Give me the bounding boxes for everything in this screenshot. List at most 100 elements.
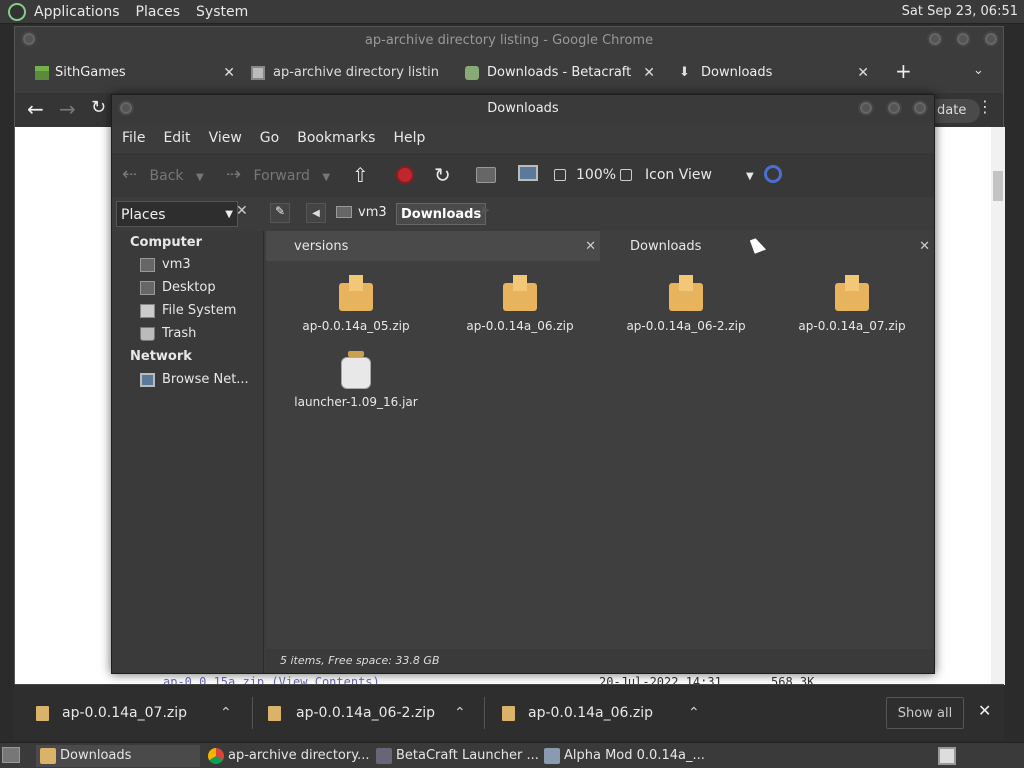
workspace-switcher-icon[interactable] xyxy=(938,747,956,765)
minimize-icon[interactable] xyxy=(858,100,874,116)
trash-icon xyxy=(140,327,155,341)
file-item[interactable]: launcher-1.09_16.jar xyxy=(276,351,436,409)
download-item[interactable]: ap-0.0.14a_06-2.zip ⌃ xyxy=(268,685,468,741)
forward-button[interactable]: ⇢ Forward ▼ xyxy=(226,153,330,197)
view-mode-select[interactable]: Icon View ▼ xyxy=(645,153,754,197)
home-folder-icon[interactable] xyxy=(476,167,496,183)
places-menu[interactable]: Places xyxy=(136,4,181,20)
close-tab-icon[interactable]: ✕ xyxy=(857,57,869,89)
sidebar-item-desktop[interactable]: Desktop xyxy=(140,280,216,295)
chevron-up-icon[interactable]: ⌃ xyxy=(220,685,232,741)
close-tab-icon[interactable]: ✕ xyxy=(919,231,930,263)
tab-downloads[interactable]: ⬇ Downloads ✕ xyxy=(673,57,877,89)
system-menu[interactable]: System xyxy=(196,4,248,20)
zoom-in-icon[interactable] xyxy=(620,169,632,181)
tab-search-chevron-icon[interactable]: ⌄ xyxy=(973,63,984,78)
minecraft-block-icon xyxy=(35,66,49,80)
close-downloads-bar-icon[interactable]: ✕ xyxy=(978,701,991,720)
taskbar-item-chrome[interactable]: ap-archive directory... xyxy=(204,745,370,767)
file-name: ap-0.0.14a_06.zip xyxy=(466,319,574,333)
download-item[interactable]: ap-0.0.14a_06.zip ⌃ xyxy=(502,685,702,741)
sidebar-item-trash[interactable]: Trash xyxy=(140,326,196,341)
back-arrow-icon: ⇠ xyxy=(122,164,138,185)
show-all-button[interactable]: Show all xyxy=(886,697,964,729)
sidebar-item-vm3[interactable]: vm3 xyxy=(140,257,191,272)
drive-icon xyxy=(140,304,155,318)
back-button[interactable]: ⇠ Back ▼ xyxy=(122,153,204,197)
reload-icon[interactable]: ↻ xyxy=(434,153,451,197)
forward-arrow-icon[interactable]: → xyxy=(59,97,76,121)
sidebar-item-file-system[interactable]: File System xyxy=(140,303,236,318)
tab-label: Downloads xyxy=(701,65,773,80)
maximize-icon[interactable] xyxy=(886,100,902,116)
stop-icon[interactable] xyxy=(396,166,414,184)
up-arrow-icon[interactable]: ⇧ xyxy=(352,153,369,197)
close-icon[interactable] xyxy=(983,31,999,47)
download-item[interactable]: ap-0.0.14a_07.zip ⌃ xyxy=(36,685,236,741)
search-icon[interactable] xyxy=(764,165,782,183)
zip-archive-icon xyxy=(503,275,537,313)
menu-file[interactable]: File xyxy=(122,130,145,146)
applications-menu[interactable]: Applications xyxy=(34,4,120,20)
archive-icon xyxy=(251,66,265,80)
new-tab-icon[interactable]: + xyxy=(895,59,912,83)
file-item[interactable]: ap-0.0.14a_06-2.zip xyxy=(606,275,766,333)
reload-icon[interactable]: ↻ xyxy=(91,97,106,118)
zoom-out-icon[interactable] xyxy=(554,169,566,181)
tab-versions[interactable]: versions ✕ xyxy=(266,231,600,263)
status-bar: 5 items, Free space: 33.8 GB xyxy=(266,649,934,673)
close-tab-icon[interactable]: ✕ xyxy=(585,231,596,263)
zoom-level[interactable]: 100% xyxy=(576,153,616,197)
close-tab-icon[interactable]: ✕ xyxy=(223,57,235,89)
path-left-icon[interactable]: ◀ xyxy=(306,203,326,223)
sidebar-section-computer: Computer xyxy=(130,235,203,250)
page-scrollbar[interactable] xyxy=(991,127,1005,685)
path-right-icon[interactable]: ▶ xyxy=(482,205,490,216)
scrollbar-thumb[interactable] xyxy=(993,171,1003,201)
tab-downloads[interactable]: Downloads ✕ xyxy=(600,231,934,263)
zip-archive-icon xyxy=(669,275,703,313)
chevron-up-icon[interactable]: ⌃ xyxy=(688,685,700,741)
taskbar-label: Alpha Mod 0.0.14a_... xyxy=(564,748,705,763)
close-icon[interactable] xyxy=(912,100,928,116)
back-arrow-icon[interactable]: ← xyxy=(27,97,44,121)
distro-logo-icon[interactable] xyxy=(8,2,26,21)
path-vm3[interactable]: vm3 xyxy=(332,203,387,223)
path-downloads[interactable]: Downloads xyxy=(396,203,487,225)
taskbar-item-alpha-mod[interactable]: Alpha Mod 0.0.14a_... xyxy=(540,745,710,767)
clock[interactable]: Sat Sep 23, 06:51 xyxy=(902,4,1018,19)
maximize-icon[interactable] xyxy=(955,31,971,47)
menu-bookmarks[interactable]: Bookmarks xyxy=(297,130,375,146)
taskbar-item-downloads[interactable]: Downloads xyxy=(36,745,200,767)
download-icon: ⬇ xyxy=(679,65,690,80)
tab-sithgames[interactable]: SithGames ✕ xyxy=(15,57,243,89)
kebab-menu-icon[interactable]: ⋮ xyxy=(977,97,993,116)
menu-go[interactable]: Go xyxy=(260,130,279,146)
taskbar-label: ap-archive directory... xyxy=(228,748,370,763)
sidebar-selector[interactable]: Places ▼ xyxy=(116,201,238,227)
tab-ap-archive[interactable]: ap-archive directory listin xyxy=(243,57,459,89)
chevron-down-icon[interactable]: ▼ xyxy=(322,172,330,183)
show-desktop-icon[interactable] xyxy=(2,747,20,763)
chevron-up-icon[interactable]: ⌃ xyxy=(454,685,466,741)
minimize-icon[interactable] xyxy=(927,31,943,47)
file-item[interactable]: ap-0.0.14a_06.zip xyxy=(440,275,600,333)
edit-location-icon[interactable]: ✎ xyxy=(270,203,290,223)
taskbar-item-betacraft[interactable]: BetaCraft Launcher ... xyxy=(372,745,539,767)
computer-icon[interactable] xyxy=(518,165,538,181)
file-item[interactable]: ap-0.0.14a_05.zip xyxy=(276,275,436,333)
zip-file-icon xyxy=(268,706,281,721)
chrome-icon xyxy=(208,748,224,764)
window-menu-icon[interactable] xyxy=(118,100,134,116)
sidebar-item-browse-network[interactable]: Browse Net... xyxy=(140,372,249,387)
tab-label: Downloads - Betacraft xyxy=(487,65,632,80)
tab-betacraft[interactable]: Downloads - Betacraft ✕ xyxy=(459,57,663,89)
menu-view[interactable]: View xyxy=(209,130,242,146)
close-sidebar-icon[interactable]: ✕ xyxy=(236,203,248,219)
menu-edit[interactable]: Edit xyxy=(163,130,190,146)
menu-help[interactable]: Help xyxy=(393,130,425,146)
close-tab-icon[interactable]: ✕ xyxy=(643,57,655,89)
chevron-down-icon[interactable]: ▼ xyxy=(196,172,204,183)
file-item[interactable]: ap-0.0.14a_07.zip xyxy=(772,275,932,333)
tab-label: ap-archive directory listin xyxy=(273,65,439,80)
